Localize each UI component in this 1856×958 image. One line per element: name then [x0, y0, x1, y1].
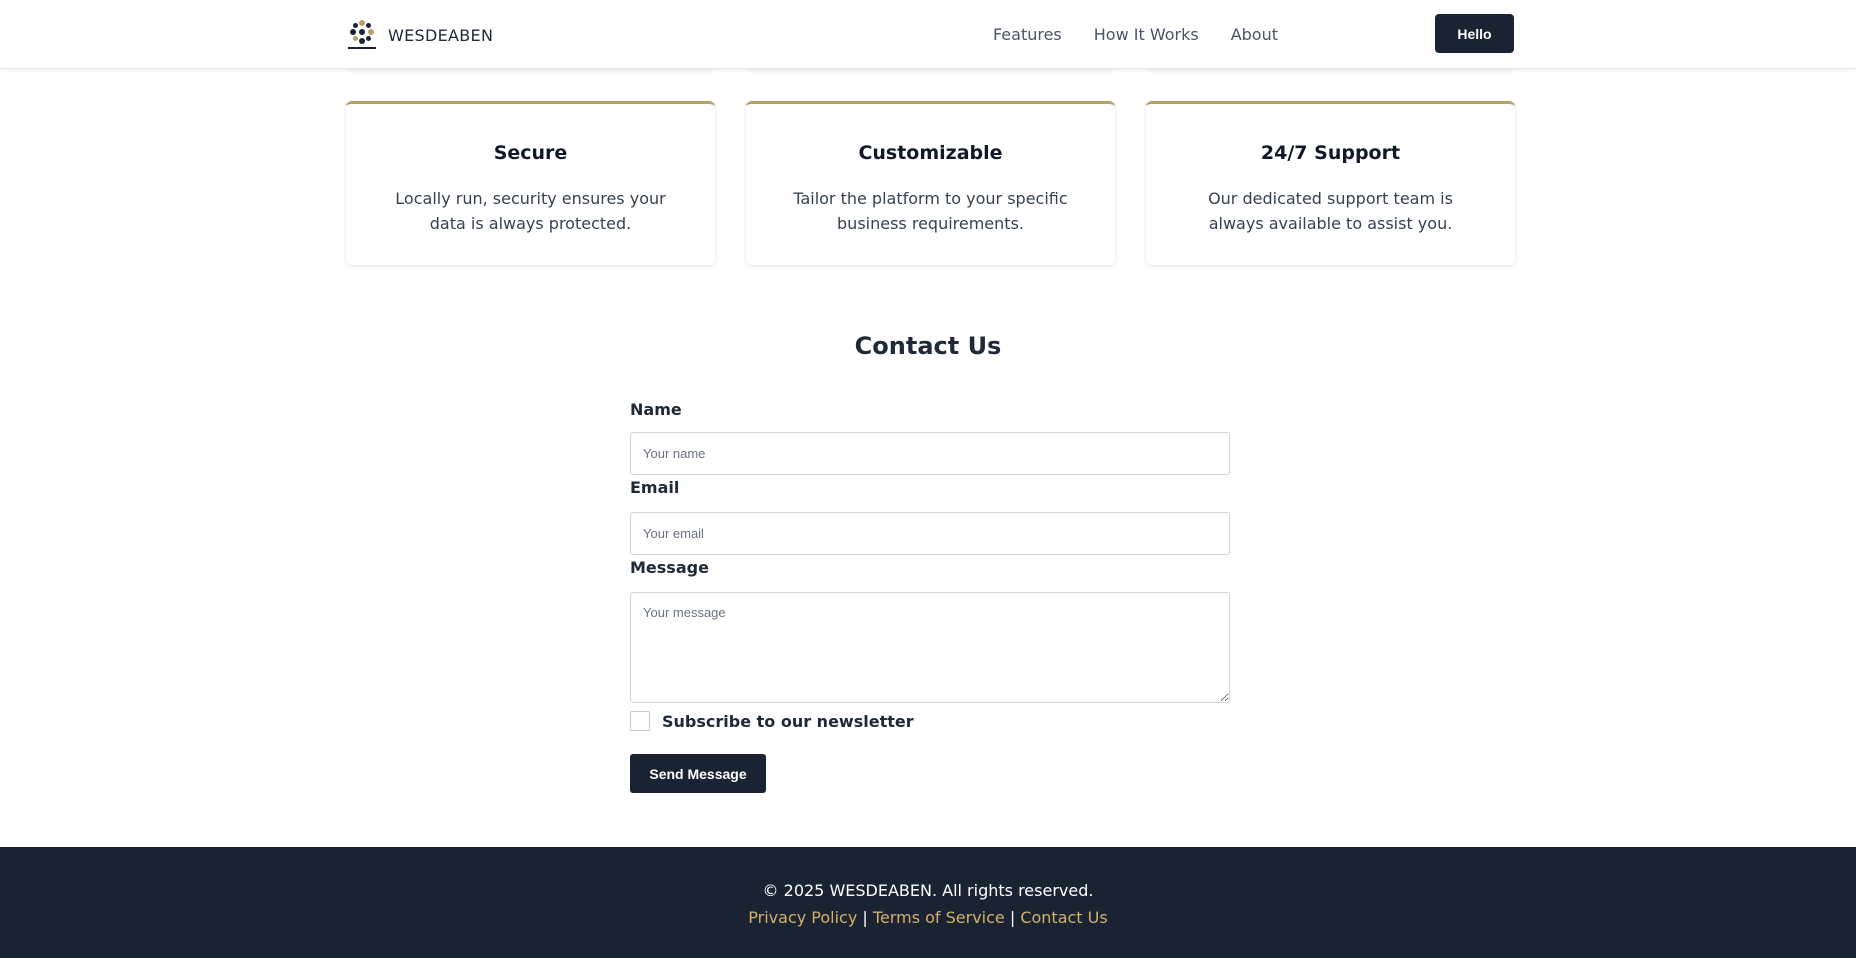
- footer-link-privacy[interactable]: Privacy Policy: [748, 908, 857, 927]
- feature-card-support: 24/7 Support Our dedicated support team …: [1146, 101, 1515, 265]
- email-input[interactable]: [630, 512, 1230, 555]
- newsletter-checkbox[interactable]: [630, 711, 650, 731]
- footer-link-terms[interactable]: Terms of Service: [873, 908, 1005, 927]
- nav-link-features[interactable]: Features: [993, 25, 1062, 44]
- copyright-text: © 2025 WESDEABEN. All rights reserved.: [762, 881, 1094, 900]
- feature-description: Tailor the platform to your specific bus…: [793, 189, 1068, 233]
- footer-links: Privacy Policy | Terms of Service | Cont…: [0, 908, 1856, 927]
- footer-separator: |: [1009, 908, 1016, 927]
- footer-link-contact[interactable]: Contact Us: [1020, 908, 1107, 927]
- message-textarea[interactable]: [630, 592, 1230, 703]
- newsletter-label[interactable]: Subscribe to our newsletter: [662, 712, 914, 731]
- feature-title: Customizable: [858, 142, 1003, 164]
- site-footer: © 2025 WESDEABEN. All rights reserved. P…: [0, 847, 1856, 958]
- feature-card-secure: Secure Locally run, security ensures you…: [346, 101, 715, 265]
- brand-logo[interactable]: WESDEABEN: [346, 17, 493, 53]
- nav-link-about[interactable]: About: [1231, 25, 1278, 44]
- message-label: Message: [630, 558, 709, 577]
- logo-icon: [348, 20, 376, 49]
- newsletter-row: Subscribe to our newsletter: [630, 710, 1230, 732]
- footer-separator: |: [862, 908, 868, 927]
- name-label: Name: [630, 400, 682, 419]
- contact-title: Contact Us: [854, 332, 1002, 360]
- nav-link-how-it-works[interactable]: How It Works: [1094, 25, 1199, 44]
- feature-description: Our dedicated support team is always ava…: [1208, 189, 1453, 233]
- main-nav: Features How It Works About: [961, 0, 1278, 69]
- feature-title: 24/7 Support: [1260, 142, 1401, 164]
- contact-form: Name Email Message Subscribe to our news…: [630, 400, 1230, 793]
- feature-description: Locally run, security ensures your data …: [395, 189, 666, 233]
- name-input[interactable]: [630, 432, 1230, 475]
- feature-title: Secure: [493, 142, 568, 164]
- site-header: WESDEABEN Features How It Works About He…: [0, 0, 1856, 69]
- send-message-button[interactable]: Send Message: [630, 754, 766, 793]
- email-label: Email: [630, 478, 680, 497]
- hello-button[interactable]: Hello: [1435, 14, 1514, 53]
- feature-card-customizable: Customizable Tailor the platform to your…: [746, 101, 1115, 265]
- brand-name: WESDEABEN: [388, 25, 494, 45]
